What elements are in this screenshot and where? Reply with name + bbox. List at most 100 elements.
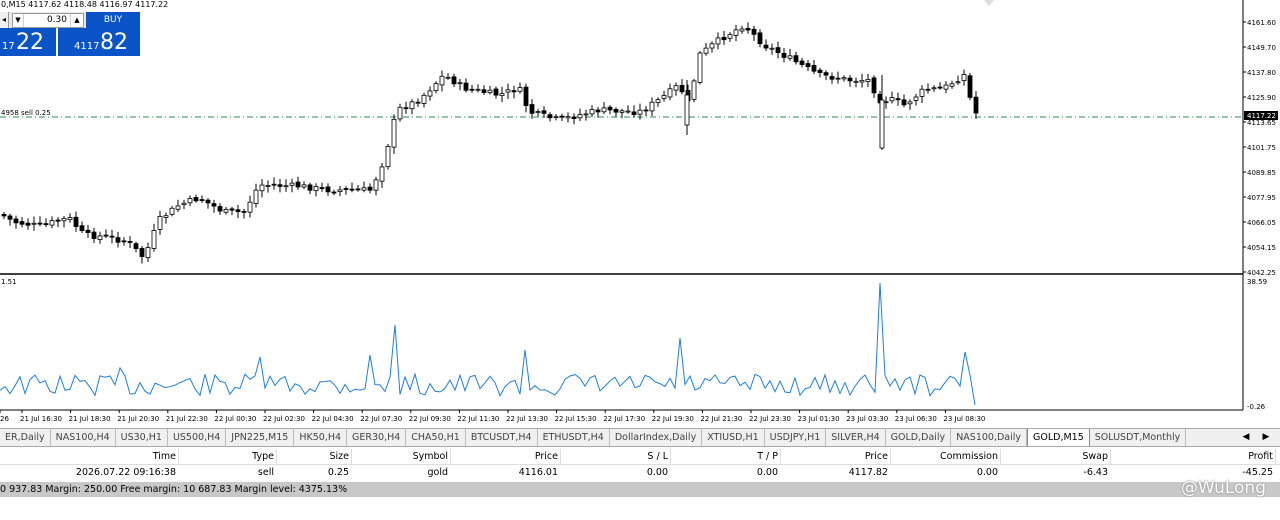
tab-left-arrow-icon[interactable]: ◀ bbox=[1236, 429, 1256, 446]
candle bbox=[787, 55, 793, 59]
time-label: 22 Jul 02:30 bbox=[263, 415, 305, 423]
candle bbox=[277, 184, 283, 187]
tab-scroll: ◀ ▶ bbox=[1236, 429, 1280, 446]
candle bbox=[37, 222, 43, 225]
order-line-label: 4958 sell 0.25 bbox=[1, 109, 51, 117]
candle bbox=[931, 87, 937, 90]
column-header[interactable]: S / L bbox=[562, 449, 671, 464]
candle bbox=[235, 209, 241, 213]
candle bbox=[541, 110, 547, 114]
chart-tab[interactable]: GER30,H4 bbox=[347, 429, 407, 446]
candle bbox=[385, 146, 391, 168]
candle bbox=[247, 201, 253, 213]
candle bbox=[823, 72, 829, 76]
candle bbox=[25, 222, 31, 226]
sell-price-button[interactable]: 17 22 bbox=[0, 28, 58, 56]
candle bbox=[637, 109, 643, 115]
candle bbox=[865, 78, 871, 82]
candle bbox=[205, 199, 211, 204]
candle bbox=[859, 80, 865, 83]
candle bbox=[253, 189, 259, 204]
chart-tab[interactable]: HK50,H4 bbox=[294, 429, 348, 446]
column-header[interactable]: Commission bbox=[892, 449, 1001, 464]
candle bbox=[879, 99, 885, 149]
candle bbox=[391, 118, 397, 148]
lot-increase-icon[interactable]: ▲ bbox=[70, 14, 83, 27]
candle bbox=[157, 215, 163, 230]
candle bbox=[349, 188, 355, 191]
candle bbox=[607, 106, 613, 111]
chart-tab[interactable]: US500,H4 bbox=[168, 429, 227, 446]
time-label: 23 Jul 01:30 bbox=[798, 415, 840, 423]
buy-price-button[interactable]: 4117 82 bbox=[58, 28, 140, 56]
candle bbox=[43, 223, 49, 226]
chart-tab[interactable]: JPN225,M15 bbox=[226, 429, 295, 446]
chart-tab[interactable]: DollarIndex,Daily bbox=[610, 429, 703, 446]
candle bbox=[1, 213, 7, 217]
candle bbox=[271, 183, 277, 186]
chart-tab[interactable]: CHA50,H1 bbox=[406, 429, 466, 446]
chart-area[interactable]: 4161.60 4149.70 4137.80 4125.90 4113.65 4101.… bbox=[0, 0, 1280, 428]
column-header[interactable]: Time bbox=[0, 449, 179, 464]
buy-price-big: 82 bbox=[100, 30, 128, 55]
sell-arrow-icon[interactable]: ◂ bbox=[0, 12, 9, 28]
column-header[interactable]: Profit bbox=[1112, 449, 1276, 464]
lot-value: 0.30 bbox=[46, 15, 67, 25]
candle bbox=[475, 88, 481, 91]
candle bbox=[733, 29, 739, 36]
candle bbox=[283, 185, 289, 188]
column-header[interactable]: Symbol bbox=[353, 449, 451, 464]
chart-tab[interactable]: SILVER,H4 bbox=[826, 429, 886, 446]
candle bbox=[805, 63, 811, 68]
candle bbox=[193, 197, 199, 202]
table-cell: 0.00 bbox=[646, 467, 668, 478]
chart-tab[interactable]: SOLUSDT,Monthly bbox=[1090, 429, 1187, 446]
candle bbox=[619, 110, 625, 113]
table-cell: 0.00 bbox=[976, 467, 998, 478]
symbol-ohlc-info: 0,M15 4117.62 4118.48 4116.97 4117.22 bbox=[1, 0, 169, 9]
candle bbox=[229, 208, 235, 211]
table-row[interactable]: 2026.07.22 09:16:38 sell 0.25 gold 4116.01 0.… bbox=[0, 465, 1280, 480]
lot-decrease-icon[interactable]: ▼ bbox=[13, 14, 24, 27]
candle bbox=[901, 99, 907, 106]
column-header[interactable]: Type bbox=[180, 449, 277, 464]
candle bbox=[535, 111, 541, 114]
table-header: Time Type Size Symbol Price S / LT / P Price Co… bbox=[0, 449, 1280, 465]
column-header[interactable]: Swap bbox=[1002, 449, 1111, 464]
chart-tab[interactable]: USDJPY,H1 bbox=[765, 429, 827, 446]
candle bbox=[913, 96, 919, 101]
column-header[interactable]: Size bbox=[278, 449, 352, 464]
chart-tab[interactable]: NAS100,Daily bbox=[951, 429, 1028, 446]
chart-tab[interactable]: GOLD,Daily bbox=[886, 429, 952, 446]
chart-tab[interactable]: XTIUSD,H1 bbox=[702, 429, 765, 446]
chart-tab[interactable]: ETHUSDT,H4 bbox=[538, 429, 610, 446]
column-header[interactable]: T / P bbox=[672, 449, 781, 464]
candle bbox=[499, 93, 505, 97]
chart-tab[interactable]: GOLD,M15 bbox=[1027, 429, 1090, 446]
candle bbox=[745, 27, 751, 31]
candle bbox=[739, 28, 745, 32]
candle bbox=[175, 205, 181, 210]
candle bbox=[595, 109, 601, 113]
column-header[interactable]: Price bbox=[782, 449, 891, 464]
candle bbox=[109, 235, 115, 238]
chart-tab[interactable]: BTCUSDT,H4 bbox=[466, 429, 538, 446]
candle bbox=[895, 98, 901, 101]
watermark: @WuLong bbox=[1180, 478, 1266, 498]
candle bbox=[697, 52, 703, 83]
buy-button[interactable]: BUY bbox=[86, 12, 140, 28]
candle bbox=[337, 189, 343, 193]
candle bbox=[421, 94, 427, 104]
tab-right-arrow-icon[interactable]: ▶ bbox=[1256, 429, 1276, 446]
candle bbox=[684, 94, 690, 126]
chart-tab[interactable]: US30,H1 bbox=[116, 429, 168, 446]
column-header[interactable]: Price bbox=[452, 449, 561, 464]
chart-tab[interactable]: NAS100,H4 bbox=[51, 429, 116, 446]
candle bbox=[133, 243, 139, 250]
lot-size-input[interactable]: ▼ 0.30 ▲ bbox=[12, 13, 84, 28]
candle bbox=[691, 80, 697, 100]
price-level-label: 4077.95 bbox=[1247, 194, 1276, 202]
chart-tabs: ER,Daily NAS100,H4 US30,H1 US500,H4 JPN225,M… bbox=[0, 428, 1280, 447]
time-label: 21 Jul 22:30 bbox=[166, 415, 208, 423]
chart-tab[interactable]: ER,Daily bbox=[0, 429, 51, 446]
